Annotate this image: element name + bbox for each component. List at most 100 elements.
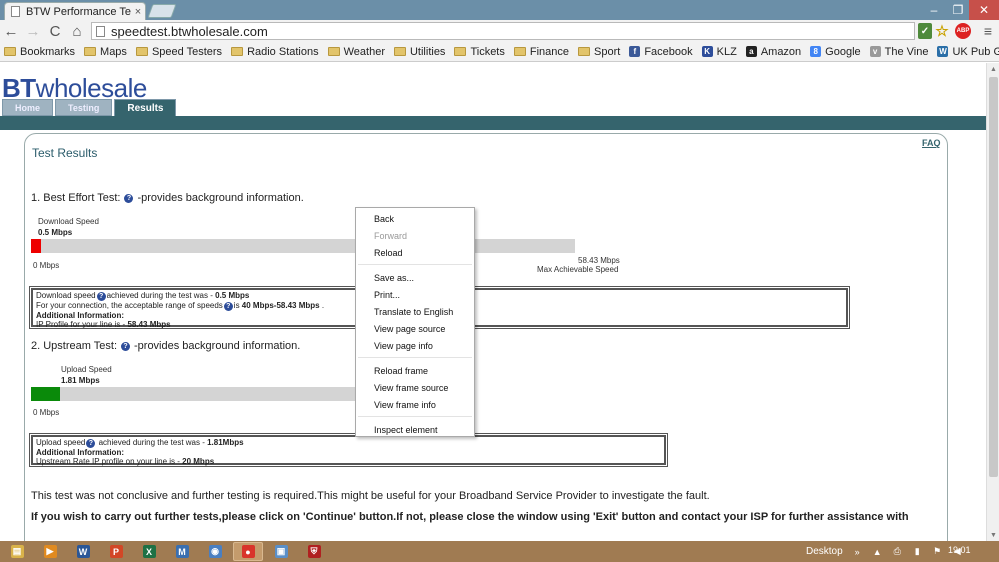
bookmark-star-icon[interactable]: ☆ [934,23,950,40]
adblock-icon[interactable]: ABP [955,23,971,39]
upload-speed-bar [31,387,357,401]
help-icon[interactable]: ? [121,341,130,351]
folder-icon [578,47,591,56]
menu-separator [358,416,472,417]
explorer-icon: ▤ [10,545,24,558]
taskbar-shield-button[interactable]: ⛨ [299,542,329,561]
bookmark-speed-testers[interactable]: Speed Testers [135,46,222,58]
taskbar-explorer-button[interactable]: ▤ [2,542,32,561]
chrome-icon: ● [241,545,255,558]
minimize-button[interactable]: – [921,0,947,20]
menu-item-forward: Forward [374,230,408,241]
help-icon[interactable]: ? [124,193,134,203]
taskbar-chrome-button[interactable]: ● [233,542,263,561]
taskbar-media-button[interactable]: ▶ [35,542,65,561]
tab-home[interactable]: Home [2,99,54,116]
menu-item-view-page-info[interactable]: View page info [356,337,474,354]
bookmark-label: Sport [594,45,621,58]
extension-icon[interactable]: ✓ [918,23,932,39]
printer-icon[interactable]: ⎙ [892,546,903,557]
menu-item-translate-to-english[interactable]: Translate to English [356,303,474,320]
url-text: speedtest.btwholesale.com [111,23,268,39]
tray-expand-icon[interactable]: ▲ [872,546,883,557]
taskbar-app-m-button[interactable]: M [167,542,197,561]
media-icon: ▶ [43,545,57,558]
bookmark-facebook[interactable]: f Facebook [629,46,693,58]
bookmark-radio-stations[interactable]: Radio Stations [231,46,319,58]
download-axis-max-caption: Max Achievable Speed [537,265,619,274]
page-scrollbar[interactable]: ▲ ▼ [986,63,999,541]
menu-item-print[interactable]: Print... [356,286,474,303]
pub-favicon-icon: W [937,46,949,57]
chrome-menu-icon[interactable]: ≡ [980,23,996,39]
reload-button[interactable]: C [44,20,66,42]
vine-favicon-icon: v [869,46,881,57]
help-icon[interactable]: ? [223,302,233,311]
back-button[interactable]: ← [0,20,22,42]
download-speed-label: Download Speed [38,217,99,226]
bookmark-label: Tickets [470,45,505,58]
menu-item-view-frame-source[interactable]: View frame source [356,379,474,396]
bookmark-tickets[interactable]: Tickets [454,45,505,58]
instruction-text: If you wish to carry out further tests,p… [31,511,909,523]
bookmark-weather[interactable]: Weather [327,46,385,58]
folder-icon [454,47,467,56]
scroll-thumb[interactable] [989,77,998,477]
folder-icon [84,47,97,56]
bookmark-finance[interactable]: Finance [513,46,569,58]
menu-item-inspect-element[interactable]: Inspect element [356,421,474,438]
tab-results[interactable]: Results [114,99,177,117]
browser-toolbar: ← → C ⌂ speedtest.btwholesale.com ✓ ☆ AB… [0,20,999,42]
new-tab-button[interactable] [147,4,177,18]
bookmark-google[interactable]: 8 Google [810,46,861,58]
menu-item-back[interactable]: Back [356,210,474,227]
menu-item-view-frame-info[interactable]: View frame info [356,396,474,413]
bookmark-maps[interactable]: Maps [84,46,127,58]
faq-link[interactable]: FAQ [922,138,941,148]
header-bar [0,116,986,130]
menu-item-reload[interactable]: Reload [356,244,474,261]
taskbar-apps: ▤ ▶ W P X M ◉ ● ▣ ⛨ [0,542,332,561]
taskbar-excel-button[interactable]: X [134,542,164,561]
bookmark-klz[interactable]: K KLZ [701,46,737,58]
chevron-right-icon[interactable]: » [852,546,863,557]
folder-icon [4,47,16,56]
folder-icon [513,47,526,56]
bookmark-utilities[interactable]: Utilities [393,46,445,58]
taskbar-app-blue-button[interactable]: ◉ [200,542,230,561]
download-speed-fill [31,239,41,253]
bookmark-label: UK Pub Guide, Cam... [952,45,999,58]
bookmark-sport[interactable]: Sport [578,46,620,58]
scroll-up-arrow-icon[interactable]: ▲ [987,63,999,75]
bookmark-the-vine[interactable]: v The Vine [869,46,928,58]
desktop-toolbar-label[interactable]: Desktop [806,546,843,557]
maximize-button[interactable]: ❐ [947,0,969,20]
close-tab-icon[interactable]: × [131,6,145,18]
tab-testing[interactable]: Testing [55,99,113,116]
address-bar[interactable]: speedtest.btwholesale.com [91,22,915,40]
browser-tab[interactable]: BTW Performance Test × [4,2,146,20]
taskbar-clock[interactable]: 19:01 [948,545,971,555]
help-icon[interactable]: ? [96,292,106,301]
menu-item-save-as[interactable]: Save as... [356,269,474,286]
upload-speed-fill [31,387,61,401]
power-icon[interactable]: ▮ [912,546,923,557]
menu-item-reload-frame[interactable]: Reload frame [356,362,474,379]
scroll-down-arrow-icon[interactable]: ▼ [987,529,999,541]
help-icon[interactable]: ? [86,439,96,448]
taskbar-powerpoint-button[interactable]: P [101,542,131,561]
close-window-button[interactable]: ✕ [969,0,999,20]
shield-icon: ⛨ [307,545,321,558]
folder-icon [327,47,340,56]
page-icon [11,6,20,17]
menu-item-view-page-source[interactable]: View page source [356,320,474,337]
flag-icon[interactable]: ⚑ [932,546,943,557]
bookmark-uk-pub-guide-cam[interactable]: WUK Pub Guide, Cam... [937,46,999,58]
bookmark-amazon[interactable]: a Amazon [745,46,801,58]
taskbar-monitor-button[interactable]: ▣ [266,542,296,561]
bookmark-bookmarks[interactable]: Bookmarks [4,46,75,58]
tab-title: BTW Performance Test [26,5,131,18]
home-button[interactable]: ⌂ [66,20,88,42]
forward-button[interactable]: → [22,20,44,42]
taskbar-word-button[interactable]: W [68,542,98,561]
